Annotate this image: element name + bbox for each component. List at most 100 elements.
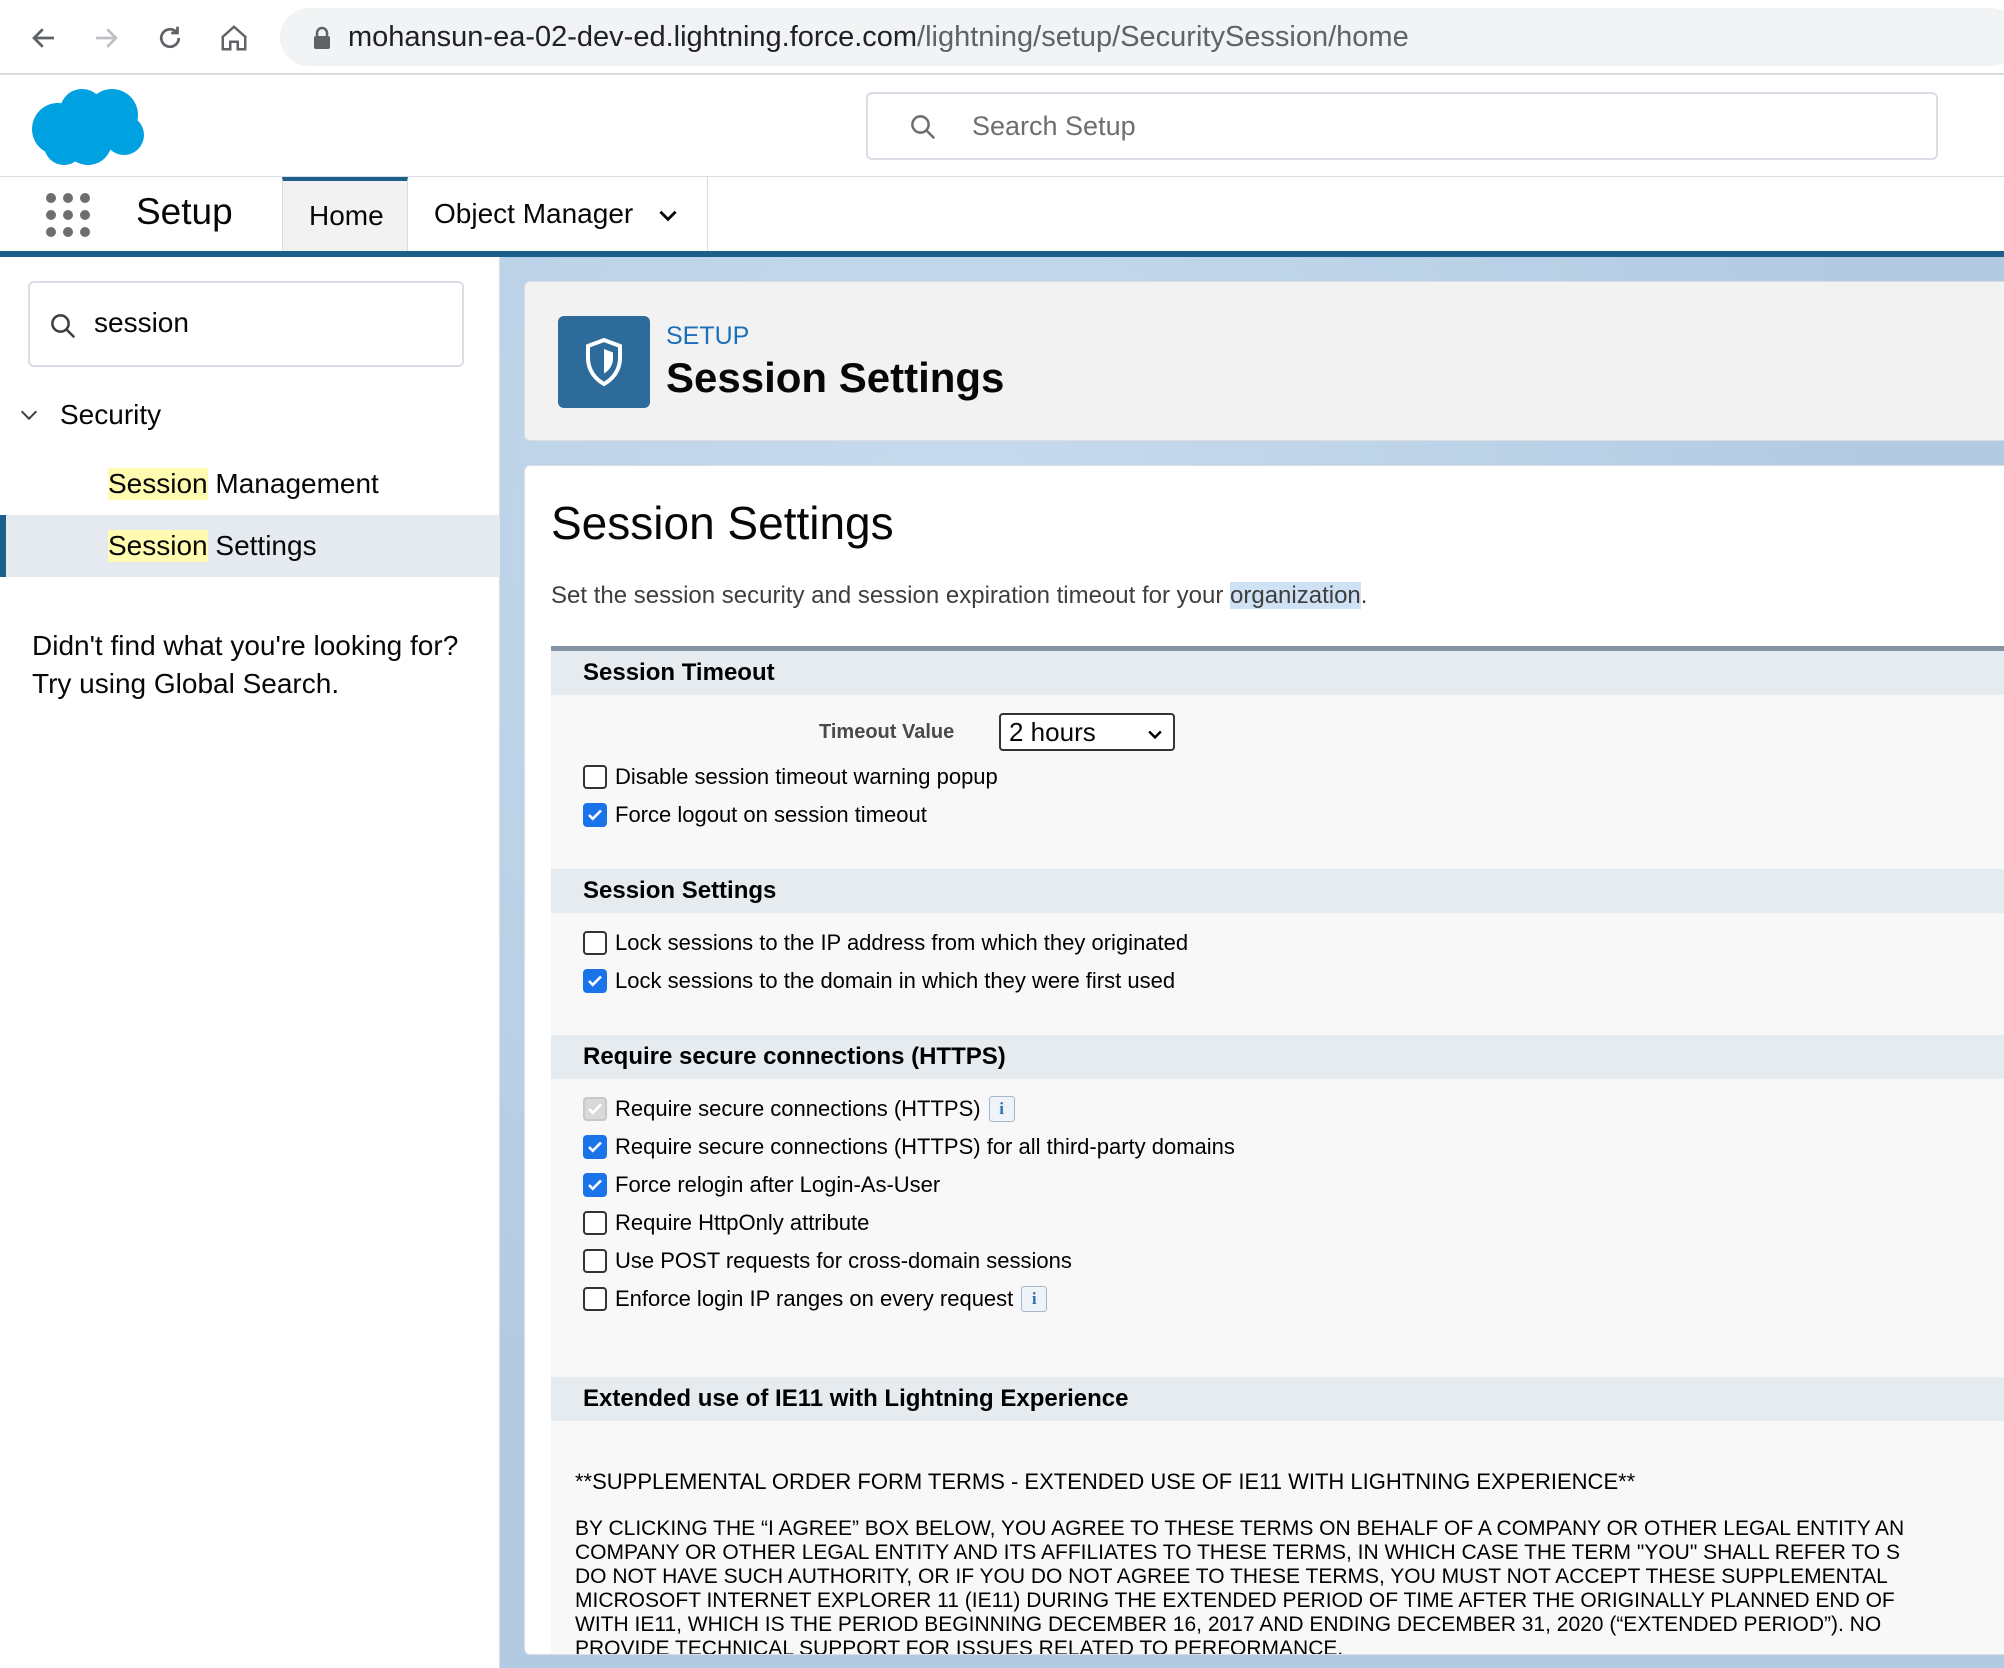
settings-detail: Session Timeout Timeout Value 2 hours Di…: [551, 646, 2004, 1655]
checkbox[interactable]: [583, 1211, 607, 1235]
content-description: Set the session security and session exp…: [551, 582, 1367, 610]
check-icon: [588, 809, 602, 821]
checkbox[interactable]: [583, 1287, 607, 1311]
home-button[interactable]: [210, 14, 258, 62]
search-setup-input[interactable]: Search Setup: [866, 92, 1938, 160]
chevron-down-icon: [1148, 730, 1162, 740]
forward-button[interactable]: [82, 14, 130, 62]
option-require-https: Require secure connections (HTTPS) i: [583, 1094, 1015, 1124]
info-icon[interactable]: i: [1021, 1286, 1048, 1312]
check-icon: [588, 1103, 602, 1115]
option-post-requests[interactable]: Use POST requests for cross-domain sessi…: [583, 1246, 1072, 1276]
checkbox-checked[interactable]: [583, 1135, 607, 1159]
checkbox-checked[interactable]: [583, 1173, 607, 1197]
arrow-left-icon: [32, 28, 54, 48]
tree-group-label: Security: [60, 399, 162, 430]
checkbox[interactable]: [583, 931, 607, 955]
checkbox-checked[interactable]: [583, 803, 607, 827]
info-icon[interactable]: i: [988, 1096, 1015, 1122]
salesforce-logo[interactable]: [28, 85, 148, 169]
option-lock-ip[interactable]: Lock sessions to the IP address from whi…: [583, 928, 1188, 958]
global-search-hint: Try using Global Search.: [32, 668, 340, 699]
quick-find-value: session: [94, 307, 189, 338]
timeout-value-label: Timeout Value: [819, 721, 955, 743]
option-label: Enforce login IP ranges on every request: [615, 1286, 1014, 1311]
check-icon: [588, 1141, 602, 1153]
search-match-highlight: Session: [108, 530, 208, 562]
lock-icon: [314, 26, 330, 49]
not-found-hint: Didn't find what you're looking for? Try…: [32, 627, 458, 703]
option-force-relogin[interactable]: Force relogin after Login-As-User: [583, 1170, 940, 1200]
url-path: /lightning/setup/SecuritySession/home: [917, 21, 1409, 53]
option-label: Disable session timeout warning popup: [615, 764, 998, 789]
terms-line: MICROSOFT INTERNET EXPLORER 11 (IE11) DU…: [575, 1589, 1895, 1612]
tab-label: Object Manager: [434, 198, 634, 229]
browser-toolbar: mohansun-ea-02-dev-ed.lightning.force.co…: [0, 0, 2004, 75]
terms-line: BY CLICKING THE “I AGREE” BOX BELOW, YOU…: [575, 1517, 1905, 1540]
option-httponly[interactable]: Require HttpOnly attribute: [583, 1208, 869, 1238]
quick-find-input[interactable]: session: [28, 281, 464, 367]
reload-button[interactable]: [146, 14, 194, 62]
option-label: Require secure connections (HTTPS): [615, 1096, 981, 1121]
url-text: mohansun-ea-02-dev-ed.lightning.force.co…: [348, 21, 1409, 54]
address-bar[interactable]: mohansun-ea-02-dev-ed.lightning.force.co…: [280, 8, 2004, 66]
chevron-down-icon[interactable]: [18, 404, 40, 426]
section-header-session-settings: Session Settings: [551, 869, 2004, 913]
checkbox[interactable]: [583, 765, 607, 789]
chevron-down-icon[interactable]: [655, 202, 681, 228]
desc-text: Set the session security and session exp…: [551, 582, 1231, 609]
option-label: Require secure connections (HTTPS) for a…: [615, 1134, 1235, 1159]
timeout-selected-value: 2 hours: [1009, 716, 1096, 747]
not-found-line: Didn't find what you're looking for?: [32, 630, 459, 661]
setup-content: Session Settings Set the session securit…: [524, 465, 2004, 1655]
option-label: Force relogin after Login-As-User: [615, 1172, 941, 1197]
terms-line: DO NOT HAVE SUCH AUTHORITY, OR IF YOU DO…: [575, 1565, 1888, 1588]
shield-icon: [558, 316, 650, 408]
sidebar-item-session-management[interactable]: Session Management: [0, 453, 500, 515]
terms-title: **SUPPLEMENTAL ORDER FORM TERMS - EXTEND…: [575, 1469, 1636, 1494]
section-header-session-timeout: Session Timeout: [551, 651, 2004, 695]
terms-line: WITH IE11, WHICH IS THE PERIOD BEGINNING…: [575, 1613, 1882, 1636]
page-header: SETUP Session Settings: [524, 281, 2004, 441]
url-host: mohansun-ea-02-dev-ed.lightning.force.co…: [348, 21, 918, 53]
page-title: Session Settings: [666, 354, 1005, 401]
desc-suffix: .: [1360, 582, 1368, 609]
option-enforce-ip-ranges[interactable]: Enforce login IP ranges on every request…: [583, 1284, 1048, 1314]
search-icon: [51, 314, 76, 339]
global-header: Search Setup: [0, 75, 2004, 177]
option-lock-domain[interactable]: Lock sessions to the domain in which the…: [583, 966, 1175, 996]
check-icon: [588, 1179, 602, 1191]
context-bar: Setup Home Object Manager: [0, 177, 2004, 251]
terms-line: PROVIDE TECHNICAL SUPPORT FOR ISSUES REL…: [575, 1637, 1344, 1655]
tree-group-security[interactable]: Security: [18, 399, 161, 431]
option-force-logout[interactable]: Force logout on session timeout: [583, 800, 927, 830]
check-icon: [588, 975, 602, 987]
app-launcher-icon[interactable]: [46, 193, 90, 237]
back-button[interactable]: [20, 14, 68, 62]
arrow-right-icon: [96, 28, 118, 48]
option-label: Lock sessions to the domain in which the…: [615, 968, 1176, 993]
checkbox[interactable]: [583, 1249, 607, 1273]
checkbox-checked[interactable]: [583, 969, 607, 993]
reload-icon: [159, 26, 181, 49]
content-title: Session Settings: [551, 497, 894, 549]
timeout-value-select[interactable]: 2 hours: [999, 713, 1175, 751]
tab-label: Home: [309, 200, 384, 231]
option-https-third-party[interactable]: Require secure connections (HTTPS) for a…: [583, 1132, 1235, 1162]
option-label: Force logout on session timeout: [615, 802, 927, 827]
home-icon: [221, 25, 247, 51]
sidebar-item-session-settings[interactable]: Session Settings: [0, 515, 500, 577]
tab-home[interactable]: Home: [282, 177, 408, 251]
checkbox-disabled: [583, 1097, 607, 1121]
search-match-highlight: Session: [108, 468, 208, 500]
tab-object-manager[interactable]: Object Manager: [408, 177, 708, 251]
search-placeholder: Search Setup: [972, 111, 1136, 141]
option-label: Use POST requests for cross-domain sessi…: [615, 1248, 1072, 1273]
page-eyebrow: SETUP: [666, 322, 750, 350]
option-label: Lock sessions to the IP address from whi…: [615, 930, 1189, 955]
section-header-https: Require secure connections (HTTPS): [551, 1035, 2004, 1079]
desc-highlight: organization: [1230, 582, 1361, 609]
terms-line: COMPANY OR OTHER LEGAL ENTITY AND ITS AF…: [575, 1541, 1900, 1564]
option-disable-timeout-warning[interactable]: Disable session timeout warning popup: [583, 762, 998, 792]
sidebar-item-label: Settings: [207, 530, 317, 561]
